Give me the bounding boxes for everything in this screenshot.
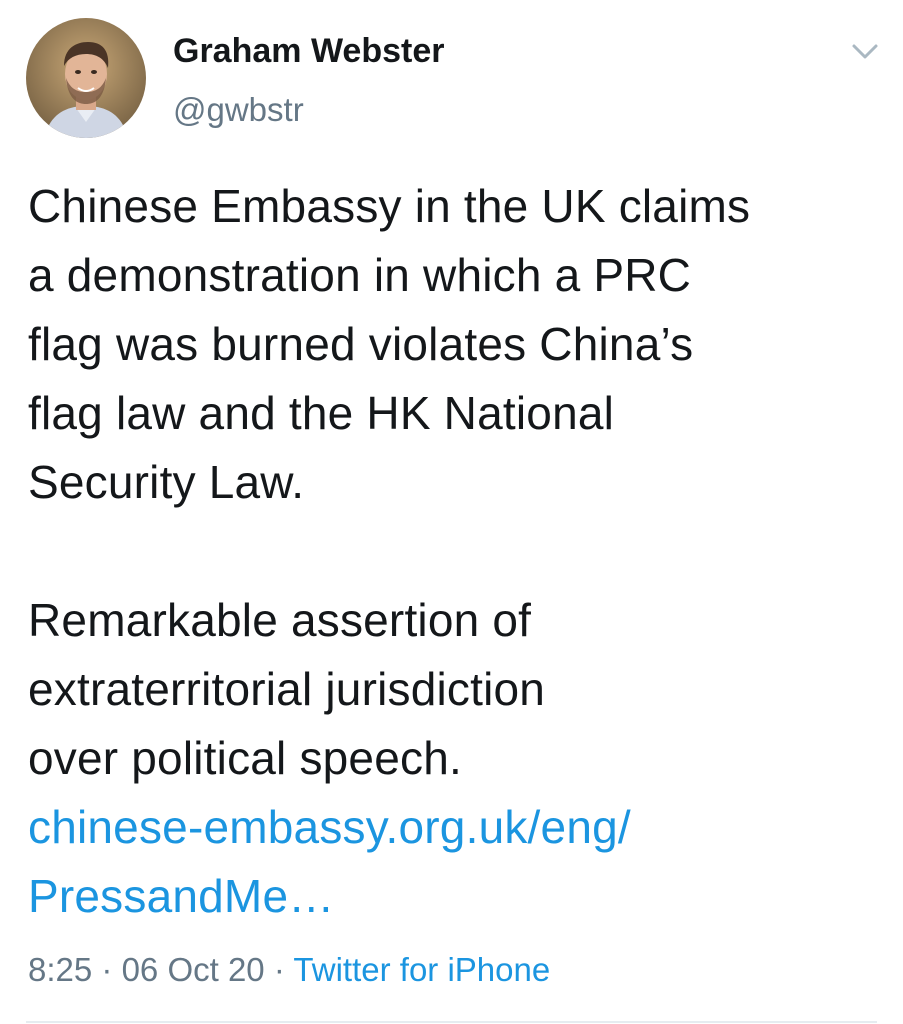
tweet-text: Chinese Embassy in the UK claims a demon… bbox=[28, 172, 888, 931]
meta-separator: · bbox=[101, 951, 113, 988]
tweet-text-line: flag was burned violates China’s bbox=[28, 318, 694, 370]
tweet-meta: 8:25 · 06 Oct 20 · Twitter for iPhone bbox=[28, 948, 550, 992]
tweet-link[interactable]: chinese-embassy.org.uk/eng/ PressandMe… bbox=[28, 793, 888, 931]
tweet-time: 8:25 bbox=[28, 951, 93, 988]
tweet-text-line: Security Law. bbox=[28, 456, 305, 508]
chevron-down-icon[interactable] bbox=[850, 38, 880, 64]
tweet-link-line[interactable]: chinese-embassy.org.uk/eng/ bbox=[28, 793, 888, 862]
avatar-photo bbox=[26, 18, 146, 138]
tweet-date: 06 Oct 20 bbox=[121, 951, 265, 988]
tweet-text-line: over political speech. bbox=[28, 732, 462, 784]
tweet-text-line: Chinese Embassy in the UK claims bbox=[28, 180, 751, 232]
avatar[interactable] bbox=[26, 18, 146, 138]
divider bbox=[26, 1021, 877, 1023]
meta-separator: · bbox=[273, 951, 285, 988]
user-handle[interactable]: @gwbstr bbox=[173, 90, 304, 130]
tweet-text-line: extraterritorial jurisdiction bbox=[28, 663, 546, 715]
tweet-card: Graham Webster @gwbstr Chinese Embassy i… bbox=[0, 0, 903, 1024]
tweet-source-link[interactable]: Twitter for iPhone bbox=[293, 951, 550, 988]
tweet-text-line: a demonstration in which a PRC bbox=[28, 249, 692, 301]
tweet-link-line[interactable]: PressandMe… bbox=[28, 862, 888, 931]
tweet-text-line: Remarkable assertion of bbox=[28, 594, 532, 646]
display-name[interactable]: Graham Webster bbox=[173, 31, 444, 71]
tweet-text-line: flag law and the HK National bbox=[28, 387, 615, 439]
